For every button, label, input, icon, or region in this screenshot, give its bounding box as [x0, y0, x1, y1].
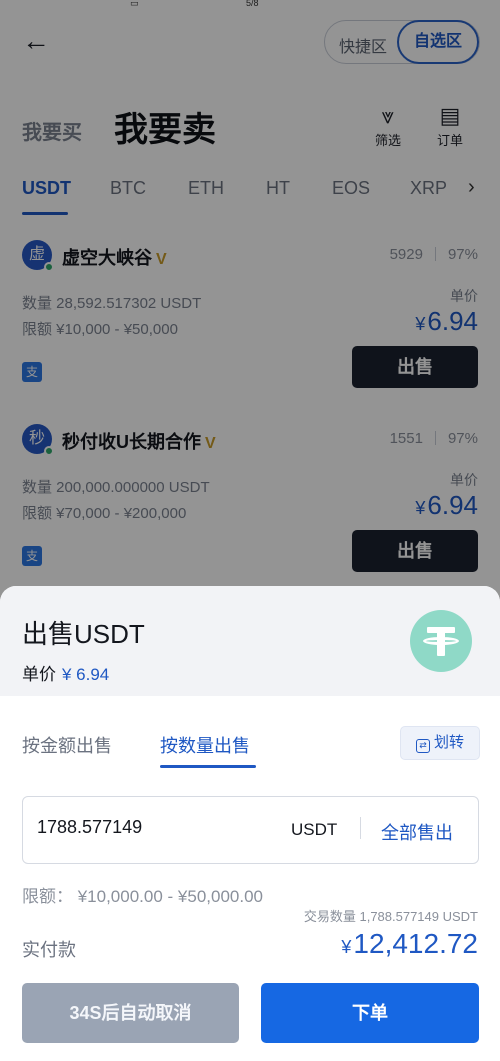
unit-price-label: 单价: [22, 665, 56, 684]
quantity-input[interactable]: [37, 817, 257, 838]
pay-label: 实付款: [22, 940, 76, 960]
mode-tab-indicator: [160, 765, 256, 768]
auto-cancel-button[interactable]: 34S后自动取消: [22, 983, 239, 1043]
sell-mode-tabs: 按金额出售 按数量出售 ⇄ 划转: [0, 716, 500, 768]
tab-sell-by-amount[interactable]: 按金额出售: [22, 732, 112, 758]
sell-sheet: 出售USDT 单价 ¥ 6.94 按金额出售 按数量出售 ⇄划转 USDT 全部售…: [0, 586, 500, 1061]
trade-quantity: 交易数量 1,788.577149 USDT: [303, 909, 478, 924]
transfer-label: 划转: [433, 734, 464, 751]
sell-all-button[interactable]: 全部售出: [381, 819, 453, 845]
unit-price-value: ¥ 6.94: [62, 665, 110, 684]
transfer-icon: ⇄: [415, 739, 430, 753]
quantity-unit: USDT: [291, 820, 338, 839]
sheet-unit-price: 单价 ¥ 6.94: [22, 660, 109, 685]
pay-amount: ¥12,412.72: [341, 928, 478, 960]
limit-text: 限额： ¥10,000.00 - ¥50,000.00: [22, 887, 263, 906]
sheet-header: 出售USDT 单价 ¥ 6.94: [0, 586, 500, 696]
transfer-button[interactable]: ⇄ 划转: [400, 726, 480, 760]
currency-symbol: ¥: [341, 937, 352, 957]
tether-icon: [410, 610, 472, 672]
quantity-field: USDT 全部售出: [22, 796, 479, 864]
tab-sell-by-quantity[interactable]: 按数量出售: [160, 732, 250, 758]
sheet-title: 出售USDT: [22, 619, 145, 649]
place-order-button[interactable]: 下单: [261, 983, 479, 1043]
pay-amount-value: 12,412.72: [353, 928, 478, 959]
divider: [360, 817, 361, 839]
